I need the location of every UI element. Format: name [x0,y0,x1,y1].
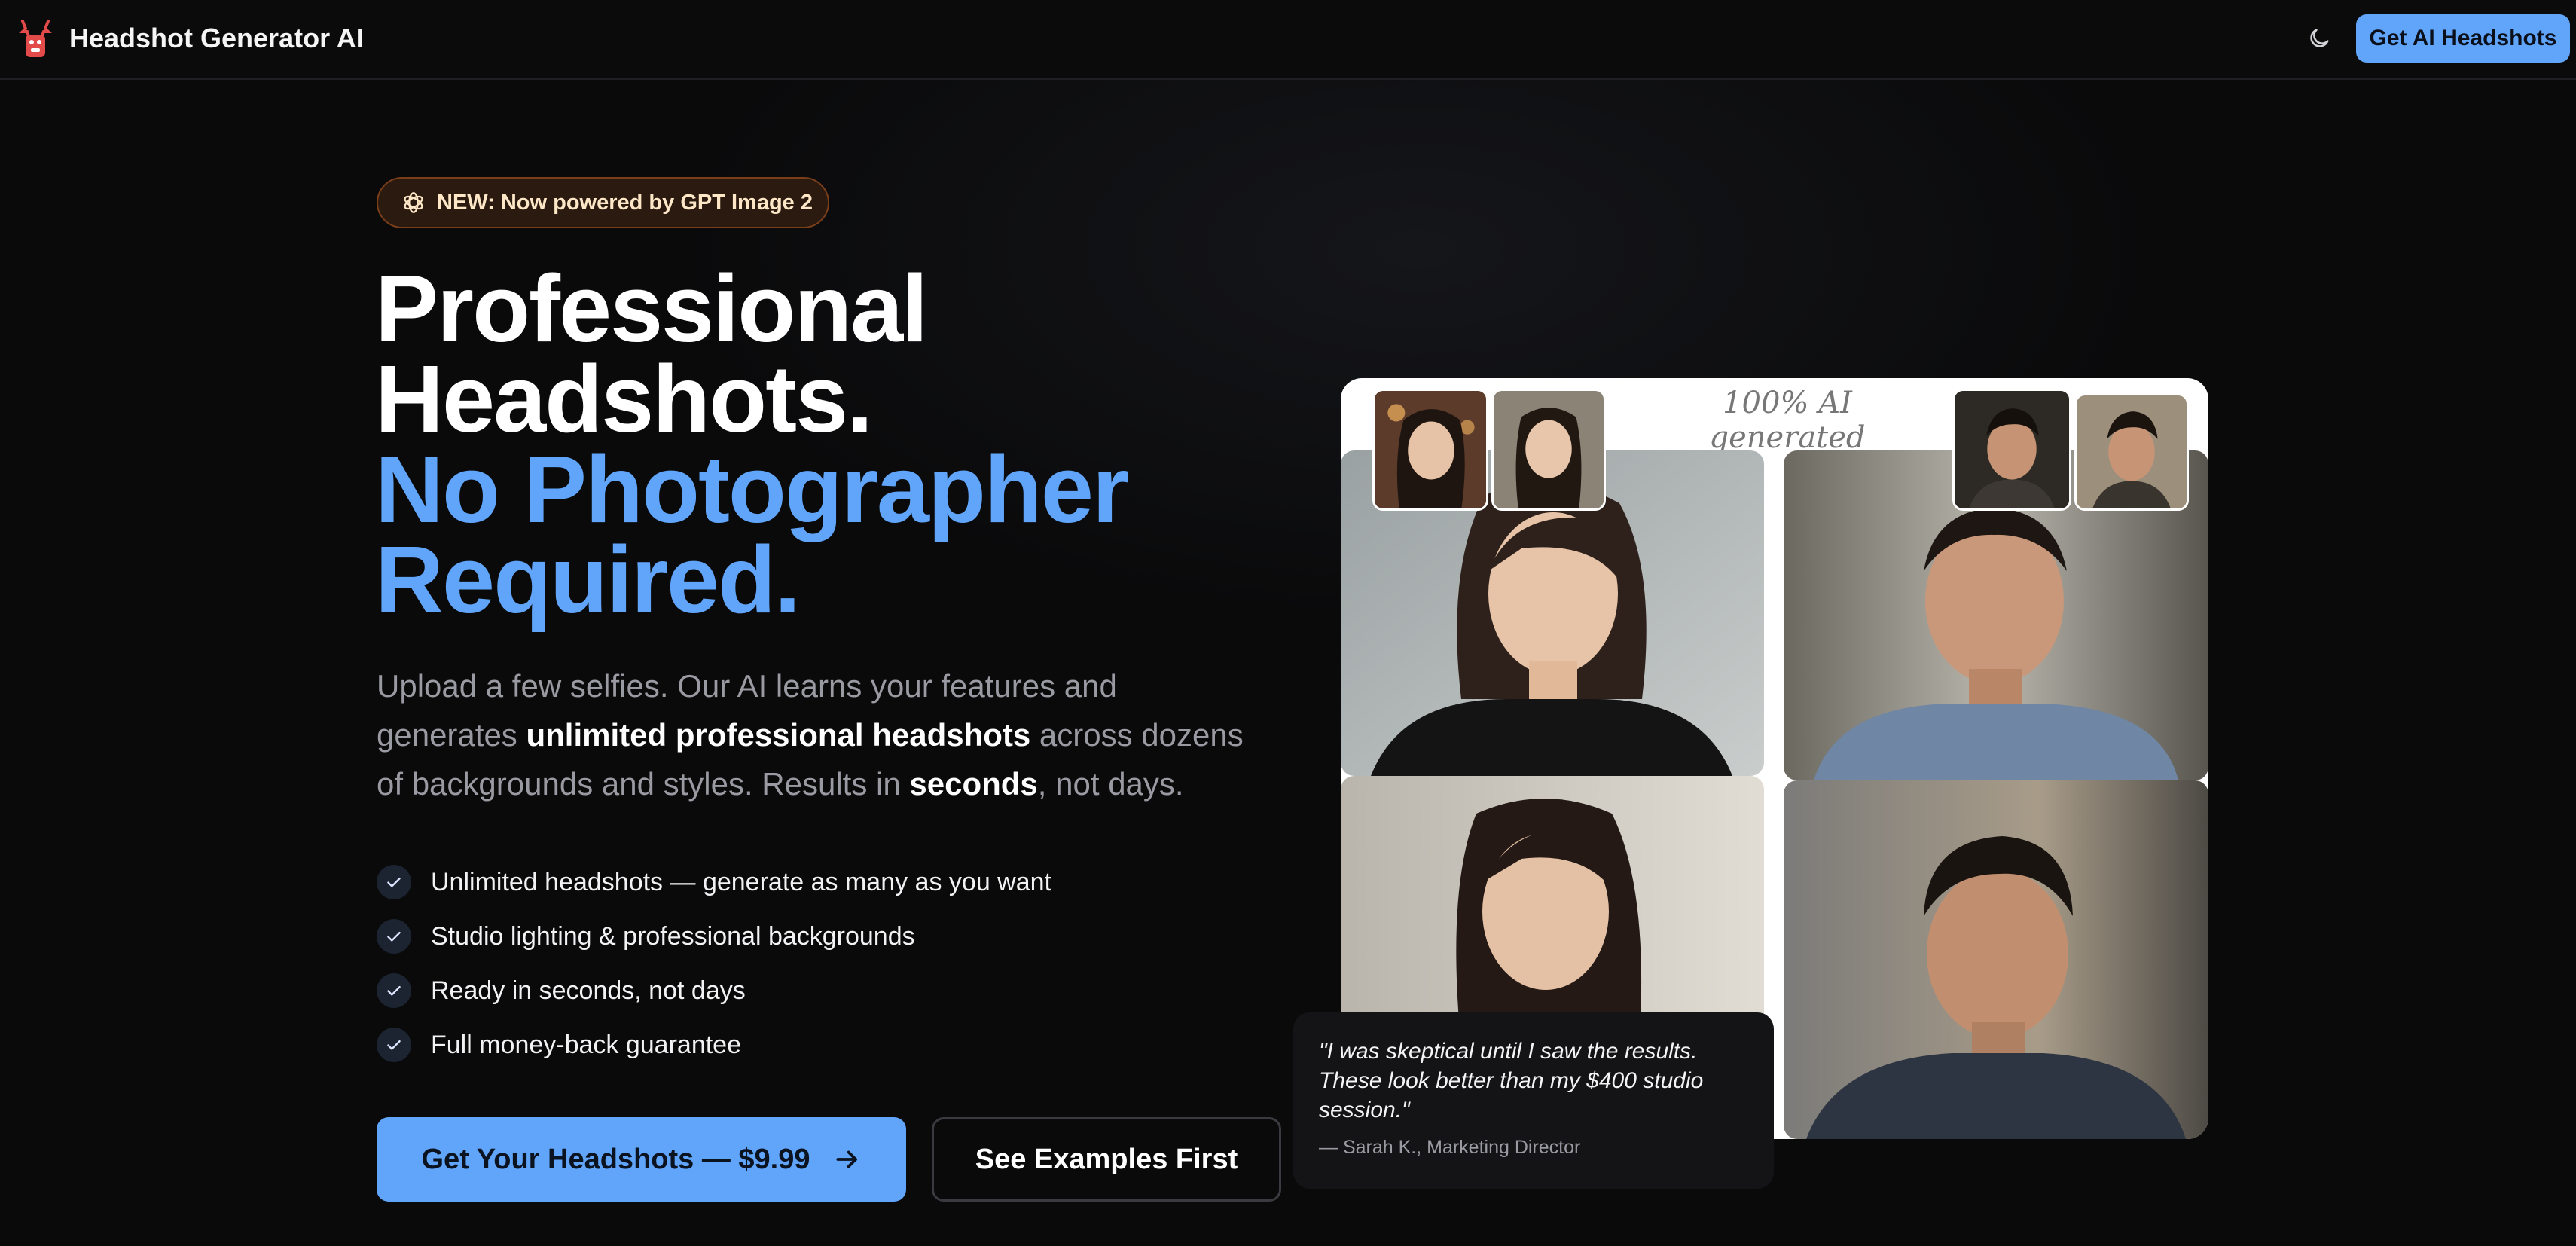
see-examples-button[interactable]: See Examples First [932,1117,1281,1202]
feature-item: Ready in seconds, not days [377,964,1051,1018]
get-ai-headshots-button[interactable]: Get AI Headshots [2356,14,2570,63]
feature-text: Studio lighting & professional backgroun… [431,921,915,951]
feature-item: Unlimited headshots — generate as many a… [377,855,1051,909]
hero-title-line1: Professional [375,255,928,362]
selfie-thumbnail [1372,389,1488,511]
feature-text: Full money-back guarantee [431,1030,742,1059]
new-feature-badge: NEW: Now powered by GPT Image 2 [377,177,829,228]
feature-item: Studio lighting & professional backgroun… [377,909,1051,964]
badge-text: NEW: Now powered by GPT Image 2 [437,190,813,215]
testimonial-quote: "I was skeptical until I saw the results… [1319,1039,1704,1122]
get-your-headshots-button[interactable]: Get Your Headshots — $9.99 [377,1117,906,1202]
hero-title-line4: Required. [375,527,801,633]
primary-button-label: Get Your Headshots — $9.99 [421,1143,810,1175]
check-icon [377,919,411,954]
logo-icon [19,20,52,57]
selfie-thumbnail [2074,393,2189,511]
feature-list: Unlimited headshots — generate as many a… [377,855,1051,1072]
feature-item: Full money-back guarantee [377,1018,1051,1072]
subtitle-bold-seconds: seconds [909,766,1038,802]
headshot-photo-man-2 [1784,780,2208,1139]
check-icon [377,1028,411,1062]
arrow-right-icon [835,1150,857,1168]
openai-icon [404,192,423,213]
hero-subtitle: Upload a few selfies. Our AI learns your… [377,661,1258,808]
hero-title-line2: Headshots. [375,346,873,452]
testimonial-author: — Sarah K., Marketing Director [1319,1137,1581,1158]
subtitle-bold-unlimited: unlimited professional headshots [526,717,1031,753]
testimonial-card: "I was skeptical until I saw the results… [1293,1012,1774,1189]
brand-name[interactable]: Headshot Generator AI [69,23,364,54]
feature-text: Ready in seconds, not days [431,976,746,1005]
check-icon [377,973,411,1008]
hero-title-line3: No Photographer [375,436,1129,542]
selfie-thumbnail [1491,389,1606,511]
selfie-thumbnail [1952,389,2071,511]
hero-title: Professional Headshots. No Photographer … [375,255,1279,633]
check-icon [377,865,411,899]
ai-generated-label: 100% AI generated [1709,386,1866,455]
moon-icon[interactable] [2306,26,2332,51]
feature-text: Unlimited headshots — generate as many a… [431,867,1052,896]
subtitle-part3: , not days. [1037,766,1184,802]
top-navbar: Headshot Generator AI Get AI Headshots [0,0,2576,80]
